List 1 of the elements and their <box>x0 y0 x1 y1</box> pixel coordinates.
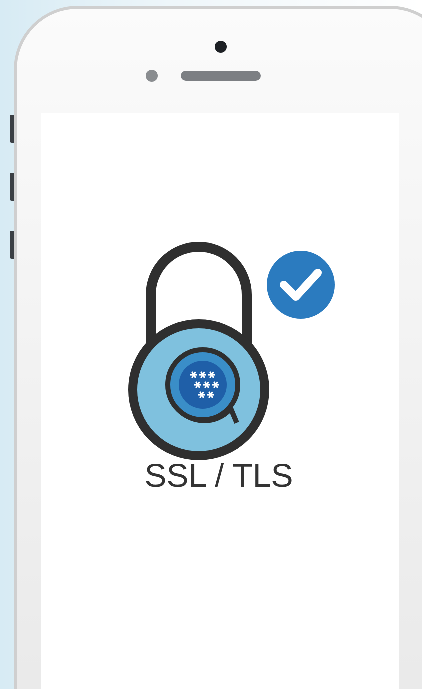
ssl-tls-label: SSL / TLS <box>144 457 294 495</box>
